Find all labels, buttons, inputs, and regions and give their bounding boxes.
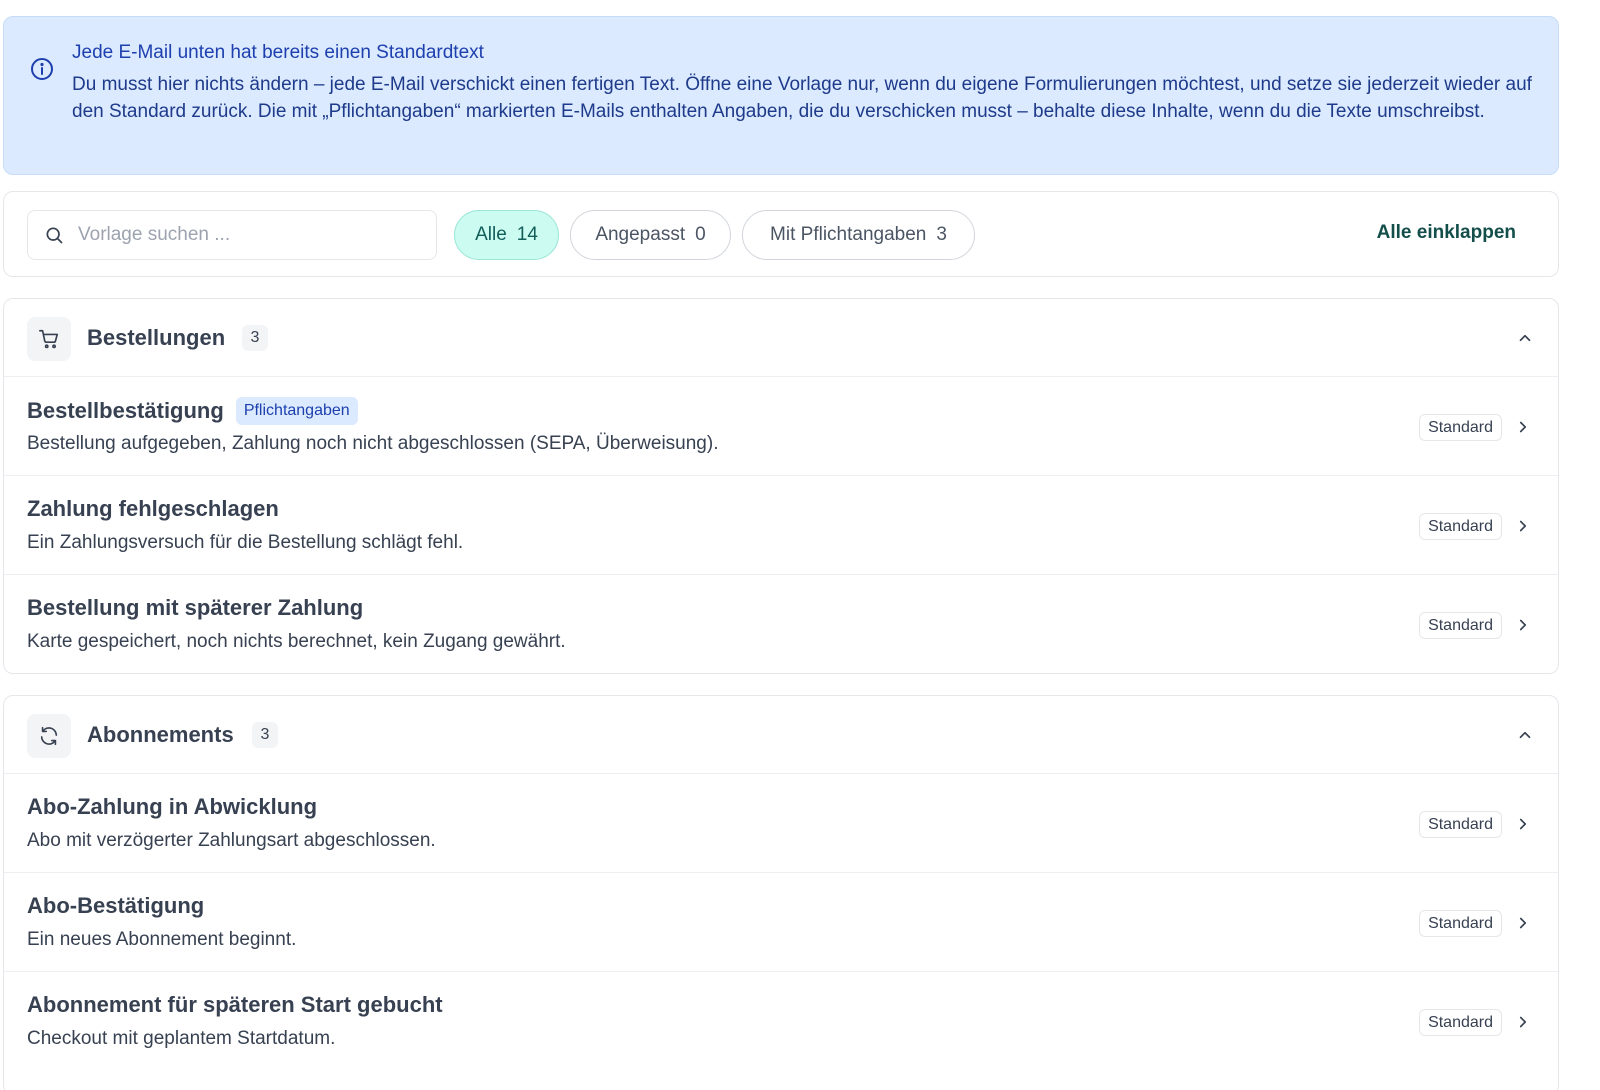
template-description: Ein Zahlungsversuch für die Bestellung s… xyxy=(27,532,464,553)
collapse-all-button[interactable]: Alle einklappen xyxy=(1377,222,1516,244)
search-icon xyxy=(46,227,63,244)
template-title: Abonnement für späteren Start gebucht xyxy=(27,992,443,1018)
template-description: Bestellung aufgegeben, Zahlung noch nich… xyxy=(27,433,719,454)
status-badge: Standard xyxy=(1419,910,1502,937)
status-badge: Standard xyxy=(1419,1009,1502,1036)
filter-toolbar: Alle 14 Angepasst 0 Mit Pflichtangaben 3… xyxy=(3,191,1559,277)
template-title-text: Bestellung mit späterer Zahlung xyxy=(27,595,364,620)
search-input[interactable] xyxy=(78,224,398,246)
info-banner: Jede E-Mail unten hat bereits einen Stan… xyxy=(3,16,1559,175)
template-description: Checkout mit geplantem Startdatum. xyxy=(27,1028,336,1049)
filter-chip-count: 14 xyxy=(516,224,538,245)
section-orders: Bestellungen 3 Bestellbestätigung Pflich… xyxy=(3,298,1559,674)
filter-chip-count: 0 xyxy=(695,224,706,245)
template-title: Bestellung mit späterer Zahlung xyxy=(27,595,363,621)
status-badge: Standard xyxy=(1419,513,1502,540)
filter-chip-customized[interactable]: Angepasst 0 xyxy=(570,210,731,260)
status-badge: Standard xyxy=(1419,811,1502,838)
info-icon xyxy=(31,58,53,80)
filter-chip-label: Alle xyxy=(475,224,507,245)
template-title-text: Abo-Bestätigung xyxy=(27,893,205,918)
required-info-badge: Pflichtangaben xyxy=(235,397,358,425)
template-row[interactable]: Abonnement für späteren Start gebucht Ch… xyxy=(4,972,1558,1071)
template-description: Karte gespeichert, noch nichts berechnet… xyxy=(27,631,566,652)
template-title-text: Zahlung fehlgeschlagen xyxy=(27,496,279,521)
chevron-up-icon[interactable] xyxy=(1516,726,1534,744)
template-title-text: Bestellbestätigung xyxy=(27,398,224,423)
template-title: Bestellbestätigung Pflichtangaben xyxy=(27,397,358,425)
template-title: Abo-Bestätigung xyxy=(27,893,204,919)
section-header[interactable]: Bestellungen 3 xyxy=(4,299,1558,377)
status-badge: Standard xyxy=(1419,414,1502,441)
filter-chip-label: Mit Pflichtangaben xyxy=(770,224,927,245)
filter-chip-required[interactable]: Mit Pflichtangaben 3 xyxy=(742,210,975,260)
filter-chip-label: Angepasst xyxy=(595,224,686,245)
chevron-right-icon xyxy=(1519,818,1527,830)
status-badge: Standard xyxy=(1419,612,1502,639)
filter-chip-all[interactable]: Alle 14 xyxy=(454,210,559,260)
template-title-text: Abo-Zahlung in Abwicklung xyxy=(27,794,318,819)
section-header[interactable]: Abonnements 3 xyxy=(4,696,1558,774)
template-row[interactable]: Zahlung fehlgeschlagen Ein Zahlungsversu… xyxy=(4,476,1558,575)
section-count-badge: 3 xyxy=(242,325,268,351)
chevron-right-icon xyxy=(1519,1016,1527,1028)
template-row[interactable]: Abo-Zahlung in Abwicklung Abo mit verzög… xyxy=(4,774,1558,873)
chevron-right-icon xyxy=(1519,917,1527,929)
chevron-right-icon xyxy=(1519,619,1527,631)
section-title: Abonnements xyxy=(87,722,234,747)
filter-chip-count: 3 xyxy=(936,224,947,245)
section-icon-container xyxy=(27,714,71,758)
chevron-right-icon xyxy=(1519,520,1527,532)
section-subscriptions: Abonnements 3 Abo-Zahlung in Abwicklung … xyxy=(3,695,1559,1090)
template-row[interactable]: Bestellbestätigung Pflichtangaben Bestel… xyxy=(4,377,1558,476)
template-description: Abo mit verzögerter Zahlungsart abgeschl… xyxy=(27,830,436,851)
chevron-up-icon[interactable] xyxy=(1516,329,1534,347)
info-body: Du musst hier nichts ändern – jede E-Mai… xyxy=(72,74,1532,122)
info-title: Jede E-Mail unten hat bereits einen Stan… xyxy=(72,42,484,63)
template-title: Abo-Zahlung in Abwicklung xyxy=(27,794,317,820)
template-title: Zahlung fehlgeschlagen xyxy=(27,496,279,522)
email-templates-page: Jede E-Mail unten hat bereits einen Stan… xyxy=(0,0,1600,1090)
section-count-badge: 3 xyxy=(252,722,278,748)
section-title: Bestellungen xyxy=(87,325,226,350)
search-box[interactable] xyxy=(27,210,437,260)
cart-icon xyxy=(39,329,59,349)
template-row[interactable]: Bestellung mit späterer Zahlung Karte ge… xyxy=(4,575,1558,673)
template-title-text: Abonnement für späteren Start gebucht xyxy=(27,992,443,1017)
refresh-icon xyxy=(40,726,58,746)
template-row[interactable]: Abo-Bestätigung Ein neues Abonnement beg… xyxy=(4,873,1558,972)
section-icon-container xyxy=(27,317,71,361)
template-description: Ein neues Abonnement beginnt. xyxy=(27,929,297,950)
chevron-right-icon xyxy=(1519,421,1527,433)
